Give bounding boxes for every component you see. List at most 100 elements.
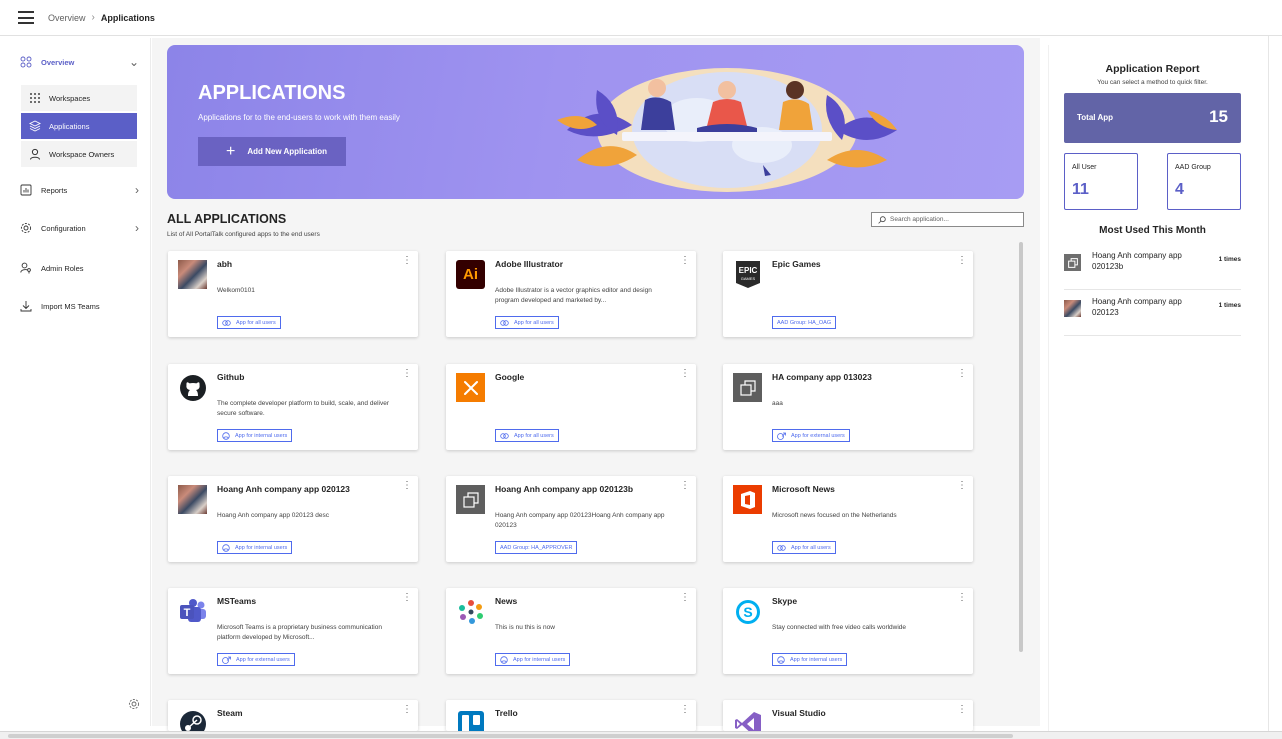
epic-games-logo-icon: EPIC GAMES [733,260,762,289]
add-new-application-button[interactable]: + Add New Application [198,137,346,166]
app-card-hoang-anh-company-app-020123b[interactable]: Hoang Anh company app 020123b Hoang Anh … [446,476,696,562]
app-card-msteams[interactable]: T MSTeams Microsoft Teams is a proprieta… [168,588,418,674]
sidebar-item-configuration[interactable]: Configuration › [6,216,151,240]
more-options-icon[interactable]: ⋮ [402,480,412,491]
more-options-icon[interactable]: ⋮ [957,255,967,266]
chevron-right-icon: › [91,12,95,23]
breadcrumb-current: Applications [100,12,155,23]
app-card-google[interactable]: Google ⋮ App for all users [446,364,696,450]
sidebar-item-workspace-owners[interactable]: Workspace Owners [21,141,137,167]
app-card-abh[interactable]: abh Welkom0101 ⋮ App for all users [168,251,418,337]
cards-scrollbar[interactable] [1019,242,1023,652]
app-title: Hoang Anh company app 020123 [217,484,350,494]
more-options-icon[interactable]: ⋮ [402,368,412,379]
settings-gear-icon [20,222,32,234]
most-used-count: 1 times [1218,256,1241,263]
app-audience-tag: App for internal users [217,429,293,442]
app-card-news[interactable]: News This is nu this is now ⋮ App for in… [446,588,696,674]
sidebar: Overview ⌄ Workspaces Applications Works… [6,38,151,726]
app-title: Epic Games [772,259,821,269]
app-card-hoang-anh-company-app-020123[interactable]: Hoang Anh company app 020123 Hoang Anh c… [168,476,418,562]
more-options-icon[interactable]: ⋮ [680,592,690,603]
adobe-illustrator-logo-icon: Ai [456,260,485,289]
total-app-value: 15 [1209,107,1228,126]
tag-label: App for all users [236,319,276,326]
horizontal-scrollbar[interactable] [0,731,1282,739]
add-button-label: Add New Application [247,147,328,156]
all-user-filter[interactable]: All User 11 [1064,153,1138,210]
photo-thumbnail-icon [178,485,207,514]
tag-label: App for internal users [235,432,288,439]
scrollbar-thumb[interactable] [8,734,1013,738]
app-card-github[interactable]: Github The complete developer platform t… [168,364,418,450]
top-bar: Overview › Applications [0,0,1282,36]
more-options-icon[interactable]: ⋮ [957,480,967,491]
more-options-icon[interactable]: ⋮ [680,704,690,715]
sidebar-item-overview[interactable]: Overview ⌄ [6,50,151,74]
app-title: Microsoft News [772,484,835,494]
app-description: Microsoft Teams is a proprietary busines… [217,624,382,641]
app-description: Adobe Illustrator is a vector graphics e… [495,287,652,304]
app-card-ha-company-app-013023[interactable]: HA company app 013023 aaa ⋮ App for exte… [723,364,973,450]
app-card-epic-games[interactable]: EPIC GAMES Epic Games ⋮ AAD Group: HA_OAG [723,251,973,337]
external-users-icon [222,656,231,664]
more-options-icon[interactable]: ⋮ [402,704,412,715]
sidebar-item-label: Reports [41,185,68,195]
person-key-icon [20,262,32,274]
more-options-icon[interactable]: ⋮ [680,255,690,266]
page-scrollbar[interactable] [1268,36,1278,731]
app-card-visual-studio[interactable]: Visual Studio ⋮ [723,700,973,731]
sidebar-item-reports[interactable]: Reports › [6,178,151,202]
app-audience-tag: App for internal users [217,541,293,554]
breadcrumb-overview[interactable]: Overview [48,13,86,23]
more-options-icon[interactable]: ⋮ [680,368,690,379]
report-title: Application Report [1105,63,1200,75]
app-title: Steam [217,708,243,718]
sidebar-item-applications[interactable]: Applications [21,113,137,139]
hamburger-menu-icon[interactable] [18,11,34,24]
tag-label: App for all users [514,432,554,439]
app-description: The complete developer platform to build… [217,400,389,417]
app-card-microsoft-news[interactable]: Microsoft News Microsoft news focused on… [723,476,973,562]
more-options-icon[interactable]: ⋮ [957,368,967,379]
sidebar-item-label: Applications [49,121,90,131]
tag-label: AAD Group: HA_APPROVER [500,544,573,551]
chevron-right-icon: › [135,221,139,235]
app-audience-tag: App for all users [217,316,281,329]
sidebar-item-admin-roles[interactable]: Admin Roles [6,256,151,280]
app-audience-tag: App for all users [495,429,559,442]
app-card-steam[interactable]: Steam ⋮ [168,700,418,731]
total-app-filter[interactable]: Total App 15 [1064,93,1241,143]
app-audience-tag: App for external users [772,429,850,442]
more-options-icon[interactable]: ⋮ [680,480,690,491]
app-description: Microsoft news focused on the Netherland… [772,512,897,519]
more-options-icon[interactable]: ⋮ [957,592,967,603]
search-box[interactable] [871,212,1024,227]
chevron-right-icon: › [135,183,139,197]
banner-illustration [557,68,897,192]
search-input[interactable] [890,216,1020,223]
most-used-item[interactable]: Hoang Anh company app 020123 1 times [1064,296,1241,336]
tag-label: App for internal users [513,656,566,663]
app-audience-tag: AAD Group: HA_OAG [772,316,837,329]
sidebar-item-import-ms-teams[interactable]: Import MS Teams [6,294,151,318]
most-used-count: 1 times [1218,302,1241,309]
settings-gear-icon[interactable] [128,698,140,710]
report-subtitle: You can select a method to quick filter. [1097,79,1208,86]
more-options-icon[interactable]: ⋮ [957,704,967,715]
sidebar-item-workspaces[interactable]: Workspaces [21,85,137,111]
app-title: Adobe Illustrator [495,259,564,269]
most-used-item[interactable]: Hoang Anh company app 020123b 1 times [1064,250,1241,290]
sidebar-item-label: Overview [41,57,75,67]
more-options-icon[interactable]: ⋮ [402,255,412,266]
app-card-adobe-illustrator[interactable]: Ai Adobe Illustrator Adobe Illustrator i… [446,251,696,337]
photo-thumbnail-icon [178,260,207,289]
more-options-icon[interactable]: ⋮ [402,592,412,603]
app-card-skype[interactable]: S Skype Stay connected with free video c… [723,588,973,674]
layers-icon [29,120,41,132]
internal-users-icon [500,655,508,664]
sidebar-item-label: Configuration [41,223,86,233]
aad-group-filter[interactable]: AAD Group 4 [1167,153,1241,210]
app-card-trello[interactable]: Trello ⋮ [446,700,696,731]
app-title: Skype [772,596,798,606]
